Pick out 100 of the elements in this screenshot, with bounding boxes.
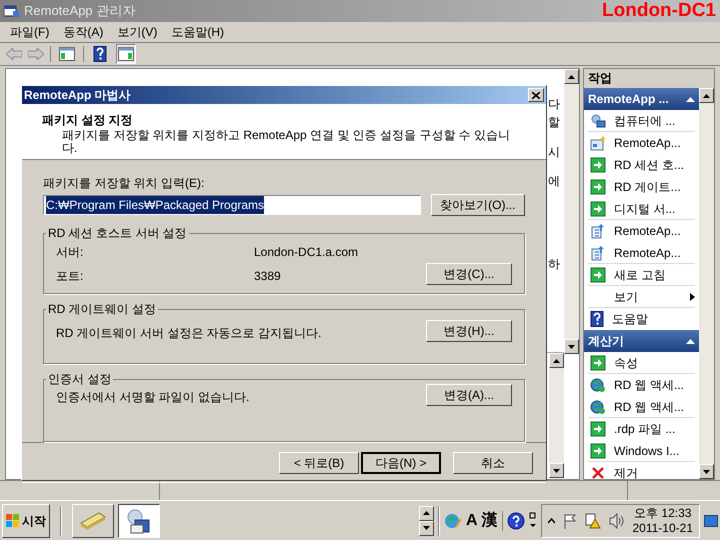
field-label: 포트:: [56, 268, 84, 285]
field-label: 서버:: [56, 244, 84, 261]
scroll-up-button[interactable]: [699, 88, 714, 103]
action-item[interactable]: 디지털 서...: [588, 198, 695, 220]
action-item[interactable]: 속성: [588, 352, 695, 374]
chevron-up-icon[interactable]: [548, 518, 554, 524]
group-title: RD 게이트웨이 설정: [47, 301, 157, 318]
globe-icon: [590, 377, 606, 393]
up-arrow-icon: [703, 94, 710, 98]
server-label: London-DC1: [602, 0, 716, 22]
dialog-title-bar: RemoteApp 마법사: [22, 86, 546, 104]
section-header[interactable]: 계산기: [584, 330, 699, 352]
group-title: RD 세션 호스트 서버 설정: [47, 225, 188, 242]
wizard-button[interactable]: 다음(N) >: [361, 452, 441, 474]
dialog-description: 패키지를 저장할 위치를 지정하고 RemoteApp 연결 및 인증 설정을 구성할 수 있습니 다.: [61, 129, 512, 155]
globe-icon: [590, 398, 606, 414]
computer-icon: [590, 112, 606, 128]
menu-item[interactable]: 도움말(H): [171, 23, 224, 41]
network-warning-icon[interactable]: [584, 512, 600, 528]
help-icon: [93, 46, 107, 62]
field-value: London-DC1.a.com: [254, 244, 358, 261]
background-text: 에: [548, 173, 560, 190]
windows-logo-icon: [6, 514, 20, 528]
menu-item[interactable]: 보기(V): [117, 23, 158, 41]
language-indicator[interactable]: 漢: [482, 508, 498, 532]
language-indicator[interactable]: A: [466, 508, 478, 532]
group-text: RD 게이트웨이 서버 설정은 자동으로 감지됩니다.: [56, 325, 322, 342]
show-desktop-icon[interactable]: [704, 514, 718, 526]
clock-date: 2011-10-21: [632, 520, 693, 536]
close-icon: [532, 92, 540, 98]
group-text: 인증서에서 서명할 파일이 없습니다.: [56, 389, 250, 406]
package-icon: [590, 223, 606, 239]
down-arrow-icon: [568, 344, 575, 348]
scroll-up-button[interactable]: [418, 506, 434, 520]
action-item[interactable]: .rdp 파일 ...: [588, 418, 695, 440]
menu-item[interactable]: 파일(F): [10, 23, 50, 41]
action-item[interactable]: RD 게이트...: [588, 176, 695, 198]
background-text: 하: [548, 256, 560, 273]
scrollbar[interactable]: [549, 353, 564, 478]
scroll-up-button[interactable]: [564, 69, 579, 84]
action-item[interactable]: 보기: [588, 286, 695, 308]
scrollbar[interactable]: [564, 69, 579, 354]
background-text: 할: [548, 114, 560, 131]
collapse-icon: [686, 338, 695, 344]
action-item[interactable]: RD 웹 액세...: [588, 374, 695, 396]
app-icon: [4, 4, 20, 18]
location-field[interactable]: C:₩Program Files₩Packaged Programs: [43, 195, 421, 215]
panel-icon: [118, 47, 134, 61]
action-item[interactable]: RemoteAp...: [588, 220, 695, 242]
up-arrow-icon: [553, 358, 560, 362]
scroll-down-button[interactable]: [564, 339, 579, 354]
dialog-heading: 패키지 설정 지정: [42, 112, 134, 129]
scroll-up-button[interactable]: [549, 353, 564, 368]
toolbar-button[interactable]: [116, 44, 136, 64]
help-icon[interactable]: [506, 512, 524, 530]
remove-icon: [590, 465, 606, 479]
section-header[interactable]: RemoteApp ...: [584, 88, 699, 110]
action-item[interactable]: RD 세션 호...: [588, 154, 695, 176]
up-arrow-icon: [422, 511, 430, 515]
taskbar-button[interactable]: [118, 504, 160, 538]
options-icon[interactable]: [528, 512, 536, 530]
action-item[interactable]: 새로 고침: [588, 264, 695, 286]
speaker-icon[interactable]: [608, 512, 624, 528]
down-arrow-icon: [553, 468, 560, 472]
collapse-icon: [686, 96, 695, 102]
close-button[interactable]: [528, 88, 544, 102]
wizard-button[interactable]: < 뒤로(B): [279, 452, 359, 474]
scroll-down-button[interactable]: [549, 463, 564, 478]
action-item[interactable]: Windows I...: [588, 440, 695, 462]
wizard-button[interactable]: 취소: [453, 452, 533, 474]
panel-icon: [59, 47, 75, 61]
package-icon: [590, 244, 606, 260]
down-arrow-icon: [422, 526, 430, 530]
location-label: 패키지를 저장할 위치 입력(E):: [43, 175, 206, 192]
change-button[interactable]: 변경(A)...: [426, 384, 512, 406]
change-button[interactable]: 변경(C)...: [426, 263, 512, 285]
action-item[interactable]: RD 웹 액세...: [588, 396, 695, 418]
flag-icon[interactable]: [562, 512, 576, 528]
scrollbar[interactable]: [699, 88, 714, 479]
action-item[interactable]: 컴퓨터에 ...: [588, 110, 695, 132]
action-item[interactable]: RemoteAp...: [588, 242, 695, 264]
window-title: RemoteApp 관리자: [24, 2, 136, 20]
change-button[interactable]: 변경(H)...: [426, 320, 512, 342]
scroll-down-button[interactable]: [418, 520, 434, 536]
down-arrow-icon: [703, 470, 710, 474]
help-icon: [590, 311, 604, 327]
menu-item[interactable]: 동작(A): [63, 23, 104, 41]
background-text: 다: [548, 96, 560, 113]
up-arrow-icon: [568, 74, 575, 78]
background-text: 시: [548, 144, 560, 161]
action-item[interactable]: 도움말: [588, 308, 695, 330]
action-item[interactable]: 제거: [588, 462, 695, 479]
toolbar-button[interactable]: [57, 44, 77, 64]
scroll-down-button[interactable]: [699, 464, 714, 479]
action-item[interactable]: RemoteAp...: [588, 132, 695, 154]
group-title: 인증서 설정: [47, 371, 112, 388]
scanner-icon: [79, 510, 107, 530]
submenu-arrow-icon: [690, 292, 695, 300]
browse-button[interactable]: 찾아보기(O)...: [430, 194, 525, 216]
start-button[interactable]: 시작: [2, 504, 50, 538]
